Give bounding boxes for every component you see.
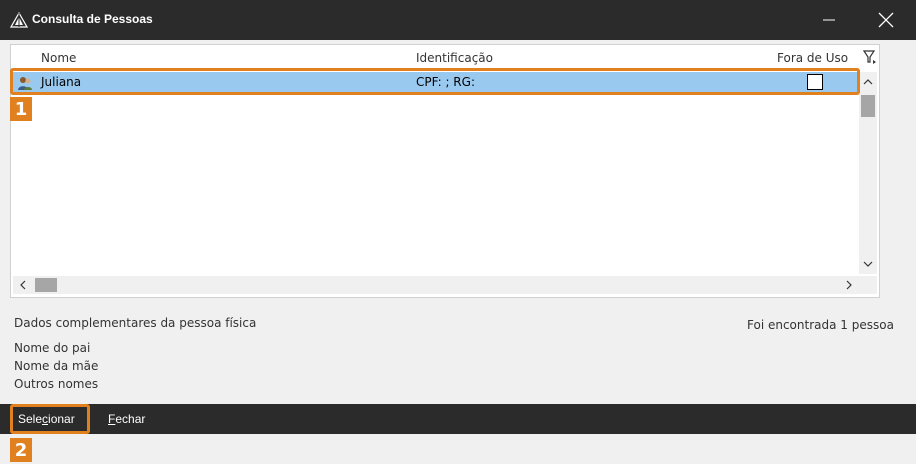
minimize-icon	[823, 19, 835, 21]
title-bar: Consulta de Pessoas	[0, 0, 916, 40]
scroll-right-button[interactable]	[839, 276, 859, 294]
scroll-left-button[interactable]	[13, 276, 33, 294]
scroll-corner	[859, 276, 877, 294]
chevron-right-icon	[846, 280, 852, 290]
fechar-button[interactable]: Fechar	[108, 412, 145, 426]
scroll-up-button[interactable]	[859, 72, 877, 92]
complementary-data-title: Dados complementares da pessoa física	[14, 316, 257, 330]
callout-number-1: 1	[10, 97, 32, 121]
mother-name-label: Nome da mãe	[14, 359, 99, 373]
action-bar: Selecionar Fechar	[0, 404, 916, 434]
chevron-left-icon	[20, 280, 26, 290]
callout-highlight-selecionar	[10, 404, 90, 434]
minimize-button[interactable]	[806, 0, 852, 40]
consulta-de-pessoas-window: Consulta de Pessoas Nome Identificação F…	[0, 0, 916, 464]
horizontal-scrollbar[interactable]	[13, 276, 859, 294]
app-logo-icon	[10, 12, 28, 28]
other-names-label: Outros nomes	[14, 377, 99, 391]
column-header-nome[interactable]: Nome	[41, 51, 76, 65]
vertical-scroll-thumb[interactable]	[861, 95, 875, 117]
filter-icon[interactable]	[863, 49, 877, 65]
window-title: Consulta de Pessoas	[32, 12, 153, 26]
chevron-up-icon	[863, 79, 873, 85]
close-window-button[interactable]	[863, 0, 909, 40]
callout-highlight-row	[10, 68, 860, 95]
father-name-label: Nome do pai	[14, 341, 91, 355]
close-icon	[878, 12, 894, 28]
horizontal-scroll-thumb[interactable]	[35, 278, 57, 292]
results-count: Foi encontrada 1 pessoa	[747, 318, 894, 332]
fechar-label-rest: echar	[115, 412, 146, 426]
vertical-scrollbar[interactable]	[859, 72, 877, 274]
scroll-down-button[interactable]	[859, 254, 877, 274]
column-header-identificacao[interactable]: Identificação	[416, 51, 493, 65]
chevron-down-icon	[863, 261, 873, 267]
column-header-fora-de-uso[interactable]: Fora de Uso	[777, 51, 848, 65]
callout-number-2: 2	[10, 438, 32, 462]
